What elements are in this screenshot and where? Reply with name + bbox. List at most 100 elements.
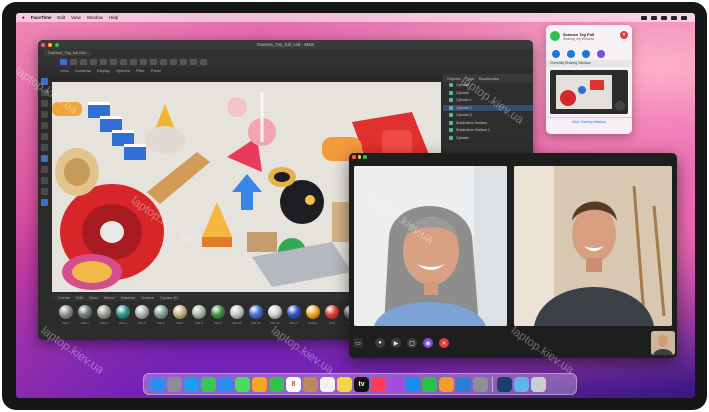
zoom-window-button[interactable] xyxy=(363,155,367,159)
material-swatch[interactable]: Mat.11 xyxy=(248,305,264,325)
shareplay-button[interactable]: ◉ xyxy=(423,338,433,348)
menu-help[interactable]: Help xyxy=(109,15,118,20)
select-tool-icon[interactable] xyxy=(40,78,48,85)
pages-icon[interactable] xyxy=(439,376,454,392)
contacts-icon[interactable] xyxy=(303,376,318,392)
material-menu-select[interactable]: Select xyxy=(104,295,115,300)
shared-window-preview[interactable] xyxy=(550,70,628,114)
points-mode-icon[interactable] xyxy=(40,89,48,96)
lock-icon[interactable] xyxy=(40,177,48,184)
material-swatch[interactable]: Orange xyxy=(305,305,321,325)
c4d-document-tab[interactable]: Science_Toy_full.c4d xyxy=(44,50,90,56)
move-tool-icon[interactable] xyxy=(60,59,67,65)
polygons-mode-icon[interactable] xyxy=(40,111,48,118)
menu-window[interactable]: Window xyxy=(87,15,103,20)
material-swatch[interactable]: Mat.7 xyxy=(172,305,188,325)
object-row[interactable]: Cylinder xyxy=(443,135,533,142)
viewport-menu-options[interactable]: Options xyxy=(116,68,130,73)
camera-icon[interactable] xyxy=(190,59,197,65)
clock-icon[interactable] xyxy=(681,15,687,20)
microphone-icon[interactable] xyxy=(552,49,560,58)
self-view-thumbnail[interactable] xyxy=(651,331,675,355)
viewport-menu-panel[interactable]: Panel xyxy=(151,68,161,73)
material-menu-edit[interactable]: Edit xyxy=(76,295,83,300)
material-swatch[interactable]: Blue.2 xyxy=(286,305,302,325)
safari-icon[interactable] xyxy=(184,376,199,392)
texture-mode-icon[interactable] xyxy=(40,133,48,140)
music-icon[interactable] xyxy=(371,376,386,392)
minimize-window-button[interactable] xyxy=(357,155,361,159)
menu-edit[interactable]: Edit xyxy=(57,15,65,20)
model-mode-icon[interactable] xyxy=(40,122,48,129)
material-swatch[interactable]: Mat.5 xyxy=(134,305,150,325)
material-swatch[interactable]: Red xyxy=(324,305,340,325)
cinema4d-icon[interactable] xyxy=(497,376,512,392)
participant-video-1[interactable] xyxy=(354,166,507,326)
mute-button[interactable]: ● xyxy=(375,338,385,348)
calendar-icon[interactable]: 8 xyxy=(286,376,301,392)
c4d-titlebar[interactable]: Science_Toy_full_c4d - Main xyxy=(38,40,533,49)
viewport-menu-view[interactable]: View xyxy=(60,68,69,73)
menu-view[interactable]: View xyxy=(71,15,81,20)
numbers-icon[interactable] xyxy=(422,376,437,392)
snap-icon[interactable] xyxy=(40,144,48,151)
z-axis-icon[interactable] xyxy=(110,59,117,65)
stop-sharing-button[interactable]: Stop Sharing Window xyxy=(546,117,632,127)
appstore-icon[interactable] xyxy=(405,376,420,392)
object-row[interactable]: Cylinder.1 xyxy=(443,97,533,105)
workplane-icon[interactable] xyxy=(40,155,48,162)
apple-icon[interactable]: ● xyxy=(22,15,25,20)
material-swatch[interactable]: Mat.9 xyxy=(210,305,226,325)
screen-share-icon[interactable] xyxy=(641,15,647,20)
object-row[interactable]: Cylinder xyxy=(443,82,533,90)
axis-icon[interactable] xyxy=(40,166,48,173)
bookmarks-tab[interactable]: Bookmarks xyxy=(479,76,499,81)
object-row[interactable]: Cylinder xyxy=(443,90,533,97)
rotate-tool-icon[interactable] xyxy=(80,59,87,65)
photos-icon[interactable] xyxy=(252,376,267,392)
object-row[interactable]: Cylinder.2 xyxy=(443,104,533,112)
solo-icon[interactable] xyxy=(40,188,48,195)
screen-share-icon[interactable] xyxy=(582,49,590,58)
screen-share-button[interactable]: ▢ xyxy=(407,338,417,348)
generator-icon[interactable] xyxy=(160,59,167,65)
deformer-icon[interactable] xyxy=(170,59,177,65)
participant-video-2[interactable] xyxy=(514,166,672,326)
control-center-icon[interactable] xyxy=(671,15,677,20)
material-swatch[interactable]: Mat.3 xyxy=(96,305,112,325)
maps-icon[interactable] xyxy=(235,376,250,392)
material-menu-cycles[interactable]: Cycles 4D xyxy=(160,295,178,300)
material-menu-texture[interactable]: Texture xyxy=(141,295,154,300)
camera-button[interactable]: ▶ xyxy=(391,338,401,348)
material-menu-view[interactable]: View xyxy=(89,295,98,300)
notes-icon[interactable] xyxy=(337,376,352,392)
x-axis-icon[interactable] xyxy=(90,59,97,65)
folder-icon[interactable] xyxy=(514,376,529,392)
facetime-icon[interactable] xyxy=(269,376,284,392)
render-icon[interactable] xyxy=(120,59,127,65)
launchpad-icon[interactable] xyxy=(167,376,182,392)
close-window-button[interactable] xyxy=(352,155,356,159)
mail-icon[interactable] xyxy=(218,376,233,392)
video-icon[interactable] xyxy=(567,49,575,58)
sidebar-toggle-icon[interactable]: ▭ xyxy=(353,338,363,348)
shareplay-icon[interactable] xyxy=(597,49,605,58)
viewport-menu-filter[interactable]: Filter xyxy=(136,68,145,73)
floor-icon[interactable] xyxy=(180,59,187,65)
podcasts-icon[interactable] xyxy=(388,376,403,392)
material-menu-create[interactable]: Create xyxy=(58,295,70,300)
search-icon[interactable] xyxy=(661,15,667,20)
keynote-icon[interactable] xyxy=(456,376,471,392)
object-row[interactable]: Cylinder.3 xyxy=(443,112,533,120)
material-menu-material[interactable]: Material xyxy=(121,295,135,300)
y-axis-icon[interactable] xyxy=(100,59,107,65)
end-call-button[interactable]: ✕ xyxy=(439,338,449,348)
messages-icon[interactable] xyxy=(201,376,216,392)
viewport-solo-icon[interactable] xyxy=(40,199,48,206)
render-view-icon[interactable] xyxy=(130,59,137,65)
viewport-menu-display[interactable]: Display xyxy=(97,68,110,73)
trash-icon[interactable] xyxy=(531,376,546,392)
tags-tab[interactable]: Tags xyxy=(466,76,474,81)
wifi-icon[interactable] xyxy=(651,15,657,20)
scale-tool-icon[interactable] xyxy=(70,59,77,65)
